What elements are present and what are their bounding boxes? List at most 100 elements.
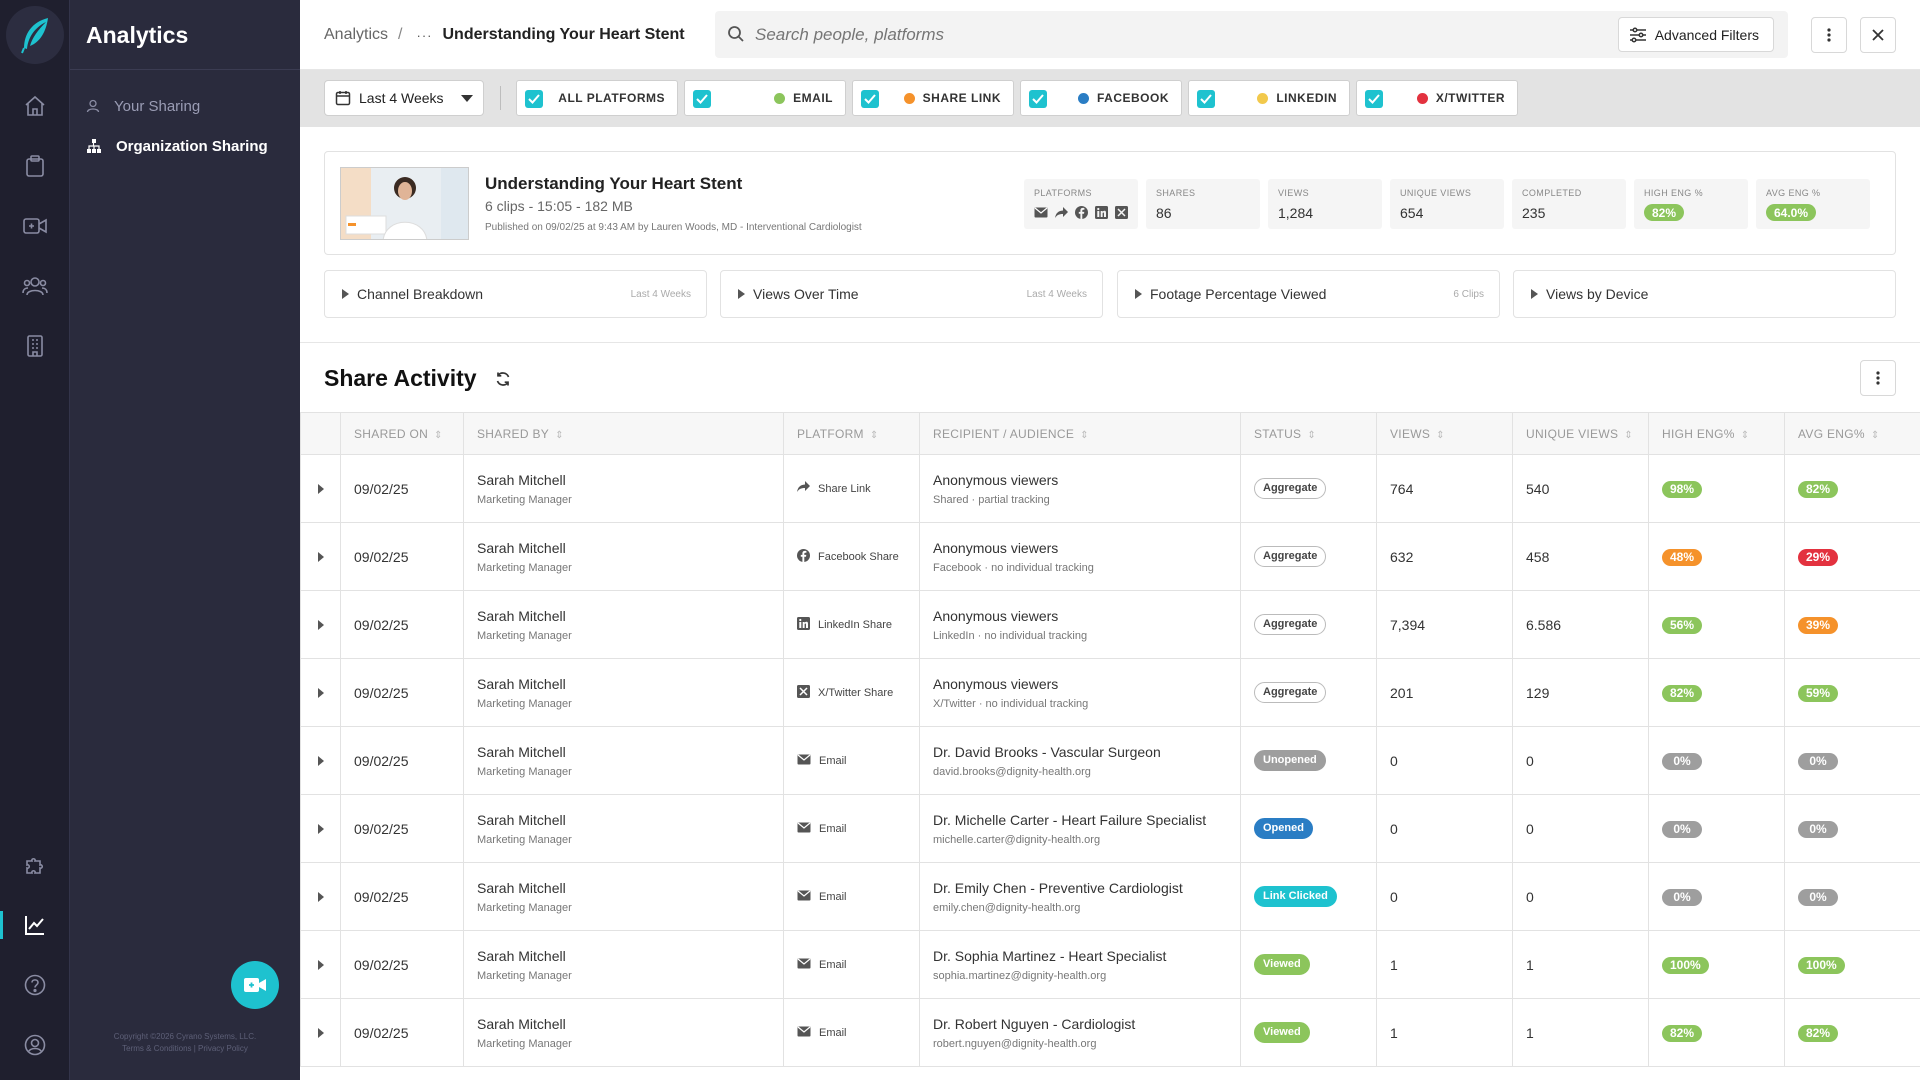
video-camera-icon[interactable]	[0, 206, 70, 246]
checkbox-checked-icon[interactable]	[861, 90, 879, 108]
nav-your-sharing[interactable]: Your Sharing	[86, 95, 200, 117]
expand-row-toggle[interactable]	[300, 454, 341, 523]
more-options-button[interactable]	[1811, 17, 1847, 53]
expand-row-toggle[interactable]	[300, 658, 341, 727]
table-row[interactable]: 09/02/25 Sarah Mitchell Marketing Manager…	[300, 862, 1920, 931]
sort-icon[interactable]: ⇕	[1080, 430, 1089, 441]
column-header-high-eng[interactable]: HIGH ENG% ⇕	[1648, 412, 1785, 455]
search-input[interactable]	[755, 23, 1555, 47]
stat-badge: 82%	[1644, 204, 1685, 221]
advanced-filters-button[interactable]: Advanced Filters	[1617, 17, 1774, 52]
video-thumbnail[interactable]	[340, 167, 469, 240]
sort-icon[interactable]: ⇕	[1871, 430, 1880, 441]
views-value: 201	[1390, 684, 1414, 701]
filter-facebook[interactable]: FACEBOOK	[1020, 80, 1182, 116]
help-icon[interactable]	[0, 965, 70, 1005]
clipboard-icon[interactable]	[0, 146, 70, 186]
platform-icons	[1034, 206, 1128, 219]
recipient-detail: sophia.martinez@dignity-health.org	[933, 969, 1107, 982]
column-header-platform[interactable]: PLATFORM ⇕	[783, 412, 920, 455]
table-row[interactable]: 09/02/25 Sarah Mitchell Marketing Manager…	[300, 726, 1920, 795]
analytics-chart-icon[interactable]	[0, 905, 70, 945]
sort-icon[interactable]: ⇕	[870, 430, 879, 441]
checkbox-checked-icon[interactable]	[1029, 90, 1047, 108]
expand-row-toggle[interactable]	[300, 590, 341, 659]
table-row[interactable]: 09/02/25 Sarah Mitchell Marketing Manager…	[300, 998, 1920, 1067]
column-header-status[interactable]: STATUS ⇕	[1240, 412, 1377, 455]
caret-right-icon	[317, 755, 324, 766]
breadcrumb-root[interactable]: Analytics	[324, 26, 388, 44]
cell-views: 0	[1376, 794, 1513, 863]
table-row[interactable]: 09/02/25 Sarah Mitchell Marketing Manager…	[300, 590, 1920, 659]
table-row[interactable]: 09/02/25 Sarah Mitchell Marketing Manager…	[300, 794, 1920, 863]
breadcrumb-more[interactable]: ···	[416, 28, 432, 43]
column-header-shared-by[interactable]: SHARED BY ⇕	[463, 412, 784, 455]
refresh-icon[interactable]	[495, 371, 511, 387]
panel-views-by-device[interactable]: Views by Device	[1513, 270, 1896, 318]
filter-all-platforms[interactable]: ALL PLATFORMS	[516, 80, 678, 116]
caret-right-icon	[317, 891, 324, 902]
legal-links[interactable]: Terms & Conditions | Privacy Policy	[70, 1043, 300, 1055]
expand-row-toggle[interactable]	[300, 998, 341, 1067]
cell-views: 201	[1376, 658, 1513, 727]
filter-linkedin[interactable]: LINKEDIN	[1188, 80, 1350, 116]
date-range-dropdown[interactable]: Last 4 Weeks	[324, 80, 484, 116]
column-header-recipient[interactable]: RECIPIENT / AUDIENCE ⇕	[919, 412, 1241, 455]
copyright-footer: Copyright ©2026 Cyrano Systems, LLC. Ter…	[70, 1031, 300, 1055]
table-row[interactable]: 09/02/25 Sarah Mitchell Marketing Manager…	[300, 658, 1920, 727]
filter-x-twitter[interactable]: X/TWITTER	[1356, 80, 1518, 116]
column-header-views[interactable]: VIEWS ⇕	[1376, 412, 1513, 455]
unique-views-value: 6.586	[1526, 616, 1562, 633]
shared-date: 09/02/25	[354, 616, 409, 633]
sort-icon[interactable]: ⇕	[1307, 430, 1316, 441]
expand-row-toggle[interactable]	[300, 862, 341, 931]
expand-row-toggle[interactable]	[300, 522, 341, 591]
home-icon[interactable]	[0, 86, 70, 126]
close-button[interactable]	[1860, 17, 1896, 53]
shared-date: 09/02/25	[354, 752, 409, 769]
sort-icon[interactable]: ⇕	[555, 430, 564, 441]
sort-icon[interactable]: ⇕	[1624, 430, 1633, 441]
nav-organization-sharing[interactable]: Organization Sharing	[86, 135, 268, 157]
expand-row-toggle[interactable]	[300, 794, 341, 863]
people-icon[interactable]	[0, 266, 70, 306]
table-row[interactable]: 09/02/25 Sarah Mitchell Marketing Manager…	[300, 454, 1920, 523]
filter-email[interactable]: EMAIL	[684, 80, 846, 116]
top-bar: Analytics / ··· Understanding Your Heart…	[300, 0, 1920, 70]
sort-icon[interactable]: ⇕	[434, 430, 443, 441]
cell-status: Opened	[1240, 794, 1377, 863]
panel-footage-percentage[interactable]: Footage Percentage Viewed 6 Clips	[1117, 270, 1500, 318]
checkbox-checked-icon[interactable]	[693, 90, 711, 108]
panel-views-over-time[interactable]: Views Over Time Last 4 Weeks	[720, 270, 1103, 318]
sort-icon[interactable]: ⇕	[1436, 430, 1445, 441]
sharer-name: Sarah Mitchell	[477, 607, 566, 624]
stat-high-engagement: HIGH ENG % 82%	[1634, 179, 1748, 229]
puzzle-icon[interactable]	[0, 845, 70, 885]
column-header-avg-eng[interactable]: AVG ENG% ⇕	[1784, 412, 1920, 455]
status-badge: Unopened	[1254, 750, 1326, 771]
high-eng-badge: 56%	[1662, 616, 1703, 634]
record-video-button[interactable]	[231, 961, 279, 1009]
table-row[interactable]: 09/02/25 Sarah Mitchell Marketing Manager…	[300, 930, 1920, 999]
column-header-shared-on[interactable]: SHARED ON ⇕	[340, 412, 464, 455]
filter-share-link[interactable]: SHARE LINK	[852, 80, 1014, 116]
status-badge: Aggregate	[1254, 546, 1327, 567]
checkbox-checked-icon[interactable]	[1365, 90, 1383, 108]
checkbox-checked-icon[interactable]	[525, 90, 543, 108]
views-value: 0	[1390, 888, 1398, 905]
header-label: UNIQUE VIEWS	[1526, 426, 1619, 441]
checkbox-checked-icon[interactable]	[1197, 90, 1215, 108]
app-logo[interactable]	[6, 6, 64, 64]
cell-platform: Facebook Share	[783, 522, 920, 591]
panel-channel-breakdown[interactable]: Channel Breakdown Last 4 Weeks	[324, 270, 707, 318]
expand-row-toggle[interactable]	[300, 930, 341, 999]
x-twitter-icon	[1115, 206, 1128, 219]
header-label: PLATFORM	[797, 426, 864, 441]
table-row[interactable]: 09/02/25 Sarah Mitchell Marketing Manager…	[300, 522, 1920, 591]
column-header-unique-views[interactable]: UNIQUE VIEWS ⇕	[1512, 412, 1649, 455]
building-icon[interactable]	[0, 326, 70, 366]
user-circle-icon[interactable]	[0, 1025, 70, 1065]
table-options-button[interactable]	[1860, 360, 1896, 396]
expand-row-toggle[interactable]	[300, 726, 341, 795]
sort-icon[interactable]: ⇕	[1741, 430, 1750, 441]
